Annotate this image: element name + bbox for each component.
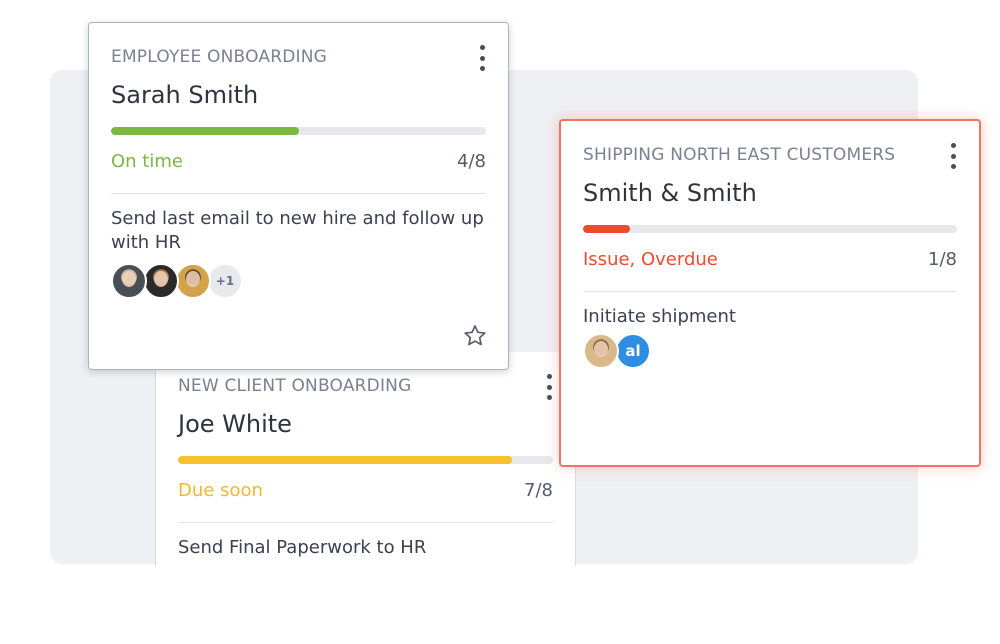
more-assignees-badge: +1 [207,263,243,299]
person-avatar-2 [143,263,179,299]
progress-fill [583,225,630,233]
status-text: Issue, Overdue [583,249,718,270]
step-count: 1/8 [928,249,957,270]
card-category: SHIPPING NORTH EAST CUSTOMERS [583,145,896,165]
card-category: EMPLOYEE ONBOARDING [111,47,328,67]
step-count: 7/8 [524,480,553,501]
more-vertical-icon[interactable] [947,143,959,169]
card-title: Smith & Smith [583,179,757,207]
person-avatar-3 [175,263,211,299]
progress-bar [583,225,957,233]
divider [583,291,957,292]
divider [178,522,553,523]
card-title: Joe White [178,410,292,438]
progress-fill [178,456,512,464]
person-avatar-4 [583,333,619,369]
current-task: Send Final Paperwork to HR [178,537,427,558]
card-employee-onboarding[interactable]: EMPLOYEE ONBOARDING Sarah Smith On time … [88,22,509,370]
card-category: NEW CLIENT ONBOARDING [178,376,412,396]
card-new-client-onboarding[interactable]: NEW CLIENT ONBOARDING Joe White Due soon… [155,352,576,566]
progress-bar [178,456,553,464]
step-count: 4/8 [457,151,486,172]
star-icon[interactable] [462,323,488,349]
status-text: On time [111,151,183,172]
card-shipping-north-east-customers[interactable]: SHIPPING NORTH EAST CUSTOMERS Smith & Sm… [559,119,981,467]
current-task: Send last email to new hire and follow u… [111,208,484,253]
card-title: Sarah Smith [111,81,259,109]
divider [111,193,486,194]
assignee-avatars: +1 [111,263,243,299]
assignee-avatars: al [583,333,651,369]
more-vertical-icon[interactable] [476,45,488,71]
avatar-initials: al [615,333,651,369]
status-text: Due soon [178,480,263,501]
progress-fill [111,127,299,135]
current-task: Initiate shipment [583,306,736,327]
more-vertical-icon[interactable] [543,374,555,400]
onboarding-board: NEW CLIENT ONBOARDING Joe White Due soon… [0,0,1000,644]
progress-bar [111,127,486,135]
person-avatar-1 [111,263,147,299]
